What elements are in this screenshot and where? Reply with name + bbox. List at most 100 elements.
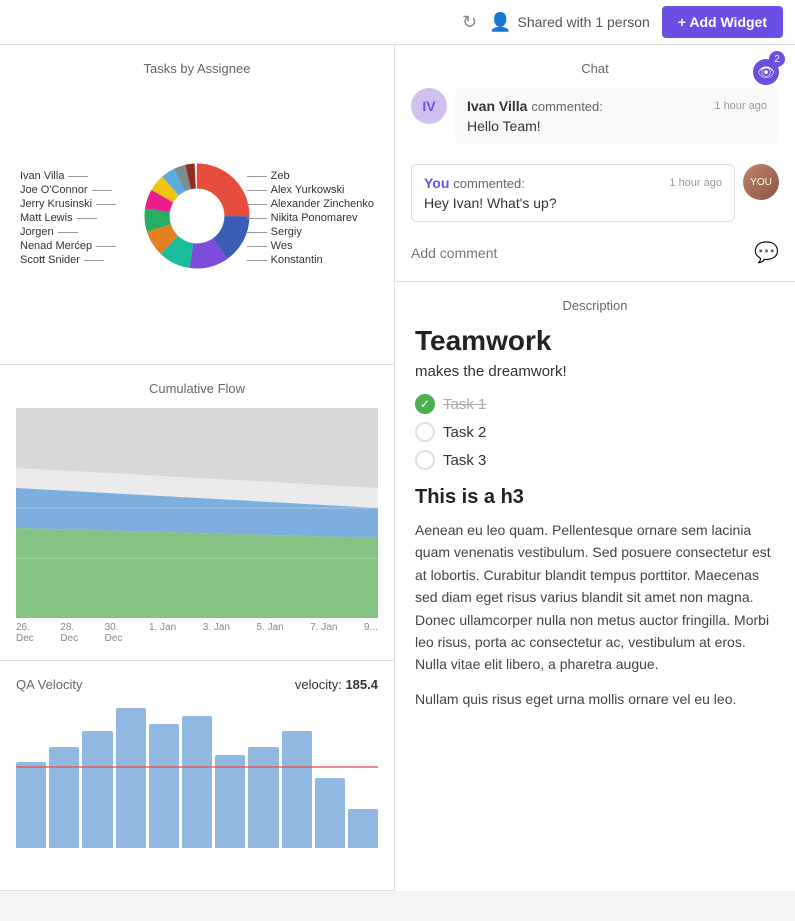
- cf-label-6: 5. Jan: [256, 622, 283, 644]
- label-line: [247, 260, 267, 261]
- add-comment-input[interactable]: [411, 245, 754, 261]
- eye-icon-area: 👁 2: [753, 59, 779, 85]
- shared-label: Shared with 1 person: [518, 14, 650, 30]
- label-line: [96, 246, 116, 247]
- ivan-author: Ivan Villa commented:: [467, 98, 603, 114]
- description-label: Description: [415, 298, 775, 313]
- task-label-2: Task 2: [443, 424, 486, 441]
- label-line: [247, 246, 267, 247]
- pie-svg: [132, 151, 262, 286]
- tasks-by-assignee-widget: Tasks by Assignee Ivan Villa Joe O'Conno…: [0, 45, 394, 365]
- left-column: Tasks by Assignee Ivan Villa Joe O'Conno…: [0, 45, 395, 891]
- add-widget-button[interactable]: + Add Widget: [662, 6, 783, 38]
- qa-bar-2: [82, 731, 112, 848]
- qa-bar-3: [116, 708, 146, 848]
- label-line: [92, 190, 112, 191]
- label-scott: Scott Snider: [20, 254, 116, 266]
- main-layout: Tasks by Assignee Ivan Villa Joe O'Conno…: [0, 45, 795, 891]
- label-alex-y: Alex Yurkowski: [247, 184, 374, 196]
- ivan-msg-header: Ivan Villa commented: 1 hour ago: [467, 98, 767, 114]
- qa-bar-10: [348, 809, 378, 848]
- label-line: [247, 218, 267, 219]
- qa-bar-1: [49, 747, 79, 848]
- qa-bar-5: [182, 716, 212, 848]
- you-author: You commented:: [424, 175, 525, 191]
- cf-label-2: 28.Dec: [60, 622, 78, 644]
- label-ivan-villa: Ivan Villa: [20, 170, 116, 182]
- task-check-2[interactable]: [415, 422, 435, 442]
- cf-label-8: 9...: [364, 622, 378, 644]
- you-avatar: YOU: [743, 164, 779, 200]
- tasks-by-assignee-title: Tasks by Assignee: [16, 61, 378, 76]
- cf-label-7: 7. Jan: [310, 622, 337, 644]
- refresh-icon[interactable]: ↻: [462, 12, 477, 33]
- label-jorgen: Jorgen: [20, 226, 116, 238]
- description-body-2: Nullam quis risus eget urna mollis ornar…: [415, 688, 775, 710]
- label-line: [58, 232, 78, 233]
- cumulative-flow-widget: Cumulative Flow 26.De: [0, 365, 394, 661]
- qa-header: QA Velocity velocity: 185.4: [16, 677, 378, 692]
- you-time: 1 hour ago: [669, 177, 722, 189]
- task-label-1: Task 1: [443, 396, 486, 413]
- eye-badge: 2: [769, 51, 785, 67]
- label-line: [96, 204, 116, 205]
- label-nikita: Nikita Ponomarev: [247, 212, 374, 224]
- cumulative-flow-chart: [16, 408, 378, 618]
- ivan-chat-bubble: Ivan Villa commented: 1 hour ago Hello T…: [455, 88, 779, 144]
- label-sergiy: Sergiy: [247, 226, 374, 238]
- you-avatar-image: YOU: [743, 164, 779, 200]
- you-text: Hey Ivan! What's up?: [424, 195, 722, 211]
- cumulative-flow-title: Cumulative Flow: [16, 381, 378, 396]
- shared-with-button[interactable]: 👤 Shared with 1 person: [489, 12, 650, 33]
- label-line: [77, 218, 97, 219]
- pie-labels-right: Zeb Alex Yurkowski Alexander Zinchenko N…: [247, 88, 378, 348]
- qa-bar-8: [282, 731, 312, 848]
- ivan-time: 1 hour ago: [714, 100, 767, 112]
- add-comment-row: 💬: [411, 232, 779, 265]
- label-jerry: Jerry Krusinski: [20, 198, 116, 210]
- ivan-avatar: IV: [411, 88, 447, 124]
- task-check-3[interactable]: [415, 450, 435, 470]
- label-konstantin: Konstantin: [247, 254, 374, 266]
- label-alexander-z: Alexander Zinchenko: [247, 198, 374, 210]
- cf-label-3: 30.Dec: [105, 622, 123, 644]
- task-list: ✓ Task 1 Task 2 Task 3: [415, 394, 775, 470]
- person-icon: 👤: [489, 12, 511, 33]
- you-chat-bubble: You commented: 1 hour ago Hey Ivan! What…: [411, 164, 735, 222]
- label-nenad: Nenad Merćep: [20, 240, 116, 252]
- label-line: [247, 190, 267, 191]
- qa-bars-container: [16, 700, 378, 850]
- cf-label-1: 26.Dec: [16, 622, 34, 644]
- description-h3: This is a h3: [415, 486, 775, 509]
- description-body-1: Aenean eu leo quam. Pellentesque ornare …: [415, 519, 775, 676]
- qa-velocity-title: QA Velocity: [16, 677, 82, 692]
- task-item-3: Task 3: [415, 450, 775, 470]
- qa-bar-0: [16, 762, 46, 848]
- eye-icon-container: 👁 2: [753, 59, 779, 85]
- label-line: [68, 176, 88, 177]
- qa-velocity-widget: QA Velocity velocity: 185.4: [0, 661, 394, 891]
- task-check-1[interactable]: ✓: [415, 394, 435, 414]
- you-msg-header: You commented: 1 hour ago: [424, 175, 722, 191]
- label-matt: Matt Lewis: [20, 212, 116, 224]
- right-column: Chat 👁 2 IV Ivan Villa commented: 1 hour…: [395, 45, 795, 891]
- label-line: [247, 232, 267, 233]
- pie-labels-left: Ivan Villa Joe O'Connor Jerry Krusinski …: [16, 88, 116, 348]
- label-line: [247, 204, 267, 205]
- chat-message-ivan: IV Ivan Villa commented: 1 hour ago Hell…: [411, 88, 779, 154]
- qa-bar-7: [248, 747, 278, 848]
- ivan-message-content: Ivan Villa commented: 1 hour ago Hello T…: [455, 88, 779, 154]
- ivan-text: Hello Team!: [467, 118, 767, 134]
- chat-message-you: You commented: 1 hour ago Hey Ivan! What…: [411, 164, 779, 222]
- cf-label-4: 1. Jan: [149, 622, 176, 644]
- qa-bar-4: [149, 724, 179, 848]
- description-title: Teamwork: [415, 325, 775, 357]
- label-line: [84, 260, 104, 261]
- qa-average-line: [16, 766, 378, 768]
- cf-label-5: 3. Jan: [203, 622, 230, 644]
- label-joe: Joe O'Connor: [20, 184, 116, 196]
- cf-x-labels: 26.Dec 28.Dec 30.Dec 1. Jan 3. Jan 5. Ja…: [16, 618, 378, 644]
- label-wes: Wes: [247, 240, 374, 252]
- chat-panel: Chat 👁 2 IV Ivan Villa commented: 1 hour…: [395, 45, 795, 282]
- chat-title: Chat 👁 2: [411, 61, 779, 76]
